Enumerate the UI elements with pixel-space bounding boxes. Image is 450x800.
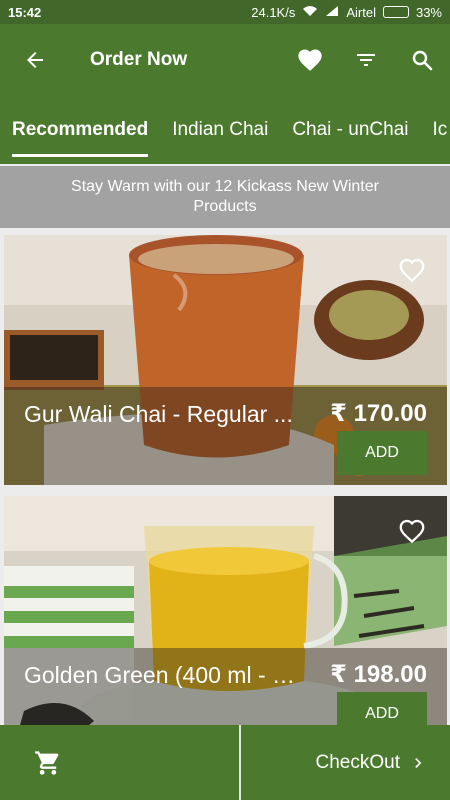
wifi-icon [302,5,318,20]
heart-outline-icon [399,258,425,283]
back-button[interactable] [0,24,70,96]
chevron-right-icon [415,757,422,768]
product-card[interactable]: Golden Green (400 ml - s... ₹ 198.00 ADD [4,496,447,746]
favorite-toggle[interactable] [395,514,429,548]
heart-outline-icon [399,519,425,544]
product-price: ₹ 198.00 [330,661,427,688]
heart-icon [298,49,322,71]
favorite-toggle[interactable] [395,253,429,287]
filter-button[interactable] [338,24,394,96]
search-button[interactable] [394,24,450,96]
tab-indian-chai[interactable]: Indian Chai [160,96,280,164]
signal-icon [325,5,339,20]
tab-chai-unchai[interactable]: Chai - unChai [280,96,420,164]
arrow-back-icon [27,52,43,68]
tab-recommended[interactable]: Recommended [0,96,160,164]
product-name: Golden Green (400 ml - s... [24,662,299,688]
battery-icon [382,6,409,18]
network-speed: 24.1K/s [251,4,296,20]
category-tabs: Recommended Indian Chai Chai - unChai Ic [0,96,450,164]
app-bar: Order Now [0,24,450,96]
add-to-cart-button[interactable]: ADD [337,431,427,475]
product-card[interactable]: Gur Wali Chai - Regular ... ₹ 170.00 ADD [4,235,447,485]
carrier-name: Airtel [346,4,376,20]
product-name: Gur Wali Chai - Regular ... [24,401,293,427]
promo-banner[interactable]: Stay Warm with our 12 Kickass New Winter… [0,166,450,228]
order-now-screen: 15:42 24.1K/s Airtel 33% Order Now Recom… [0,0,450,800]
page-title: Order Now [90,49,188,70]
status-time: 15:42 [8,4,42,20]
status-bar: 15:42 24.1K/s Airtel 33% [0,0,450,24]
cart-icon [35,750,59,775]
filter-icon [357,54,375,66]
checkout-label: CheckOut [315,751,400,773]
product-price: ₹ 170.00 [330,400,427,427]
checkout-button[interactable]: CheckOut [241,725,450,800]
search-icon [412,50,433,71]
tab-partial[interactable]: Ic [421,96,450,164]
battery-percent: 33% [415,4,442,20]
cart-button[interactable] [0,725,239,800]
bottom-bar: CheckOut [0,725,450,800]
favorites-button[interactable] [282,24,338,96]
